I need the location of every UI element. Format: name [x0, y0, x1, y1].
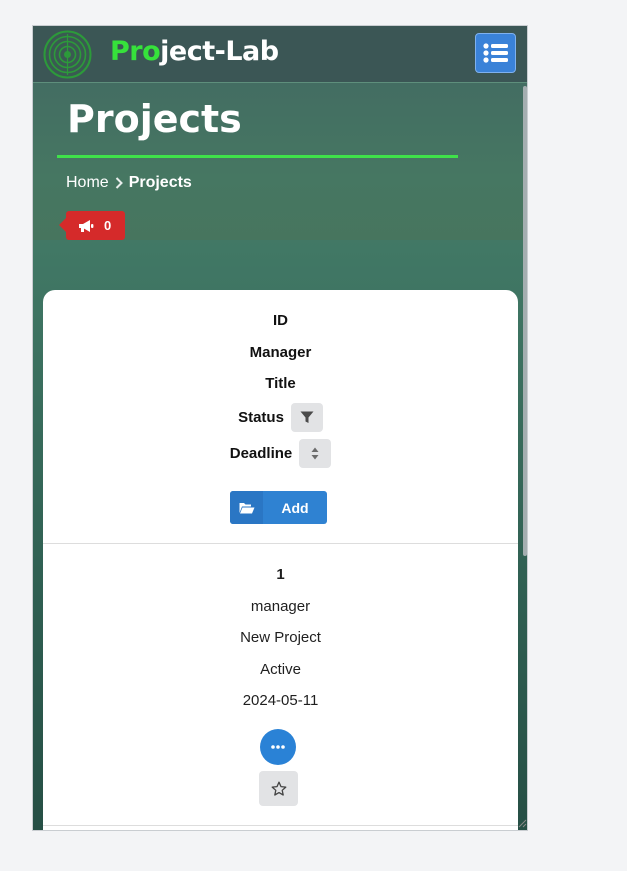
- page-title: Projects: [67, 97, 242, 141]
- app-viewport: Project-Lab Projects Home Projects 0 ID …: [32, 25, 528, 831]
- vertical-scrollbar[interactable]: [523, 86, 527, 556]
- logo-icon[interactable]: [43, 30, 92, 79]
- column-header-status: Status: [238, 409, 284, 426]
- column-header-title: Title: [265, 375, 296, 392]
- resize-handle-icon[interactable]: [517, 818, 527, 828]
- notification-count: 0: [104, 218, 112, 233]
- page-header: Projects Home Projects 0: [33, 83, 527, 240]
- cell-title: New Project: [240, 629, 321, 646]
- deadline-sort-button[interactable]: [299, 439, 332, 468]
- menu-toggle-button[interactable]: [475, 33, 516, 73]
- column-header-deadline: Deadline: [229, 445, 293, 462]
- breadcrumb-current: Projects: [128, 174, 192, 191]
- star-icon: [271, 781, 286, 796]
- row-actions-button[interactable]: [260, 729, 296, 765]
- list-icon: [482, 43, 508, 63]
- megaphone-icon: [79, 219, 94, 232]
- brand-rest: ject-Lab: [160, 36, 279, 67]
- add-project-button[interactable]: Add: [230, 491, 327, 524]
- projects-table-card: ID Manager Title Status Deadline Add 1 m…: [43, 290, 518, 830]
- cell-id: 1: [276, 566, 285, 583]
- filter-icon: [300, 411, 314, 423]
- brand-accent: Pro: [110, 36, 161, 67]
- folder-open-icon: [230, 491, 263, 524]
- title-underline: [57, 155, 458, 158]
- sort-icon: [311, 447, 319, 460]
- favorite-button[interactable]: [259, 771, 298, 806]
- brand-name[interactable]: Project-Lab: [110, 36, 279, 67]
- row-divider: [43, 825, 518, 826]
- column-header-status-group: Status: [43, 403, 518, 432]
- cell-status: Active: [260, 661, 301, 678]
- chevron-right-icon: [115, 177, 123, 189]
- breadcrumb: Home Projects: [66, 174, 192, 192]
- column-header-id: ID: [273, 312, 288, 329]
- status-filter-button[interactable]: [290, 403, 323, 432]
- top-navbar: Project-Lab: [33, 26, 527, 83]
- cell-deadline: 2024-05-11: [242, 692, 319, 709]
- ellipsis-icon: [271, 745, 285, 749]
- cell-manager: manager: [250, 598, 311, 615]
- breadcrumb-home-link[interactable]: Home: [66, 174, 109, 192]
- column-header-manager: Manager: [249, 344, 312, 361]
- column-header-deadline-group: Deadline: [43, 439, 518, 468]
- announcements-badge[interactable]: 0: [59, 211, 125, 240]
- header-divider: [43, 543, 518, 544]
- add-button-label: Add: [281, 499, 309, 516]
